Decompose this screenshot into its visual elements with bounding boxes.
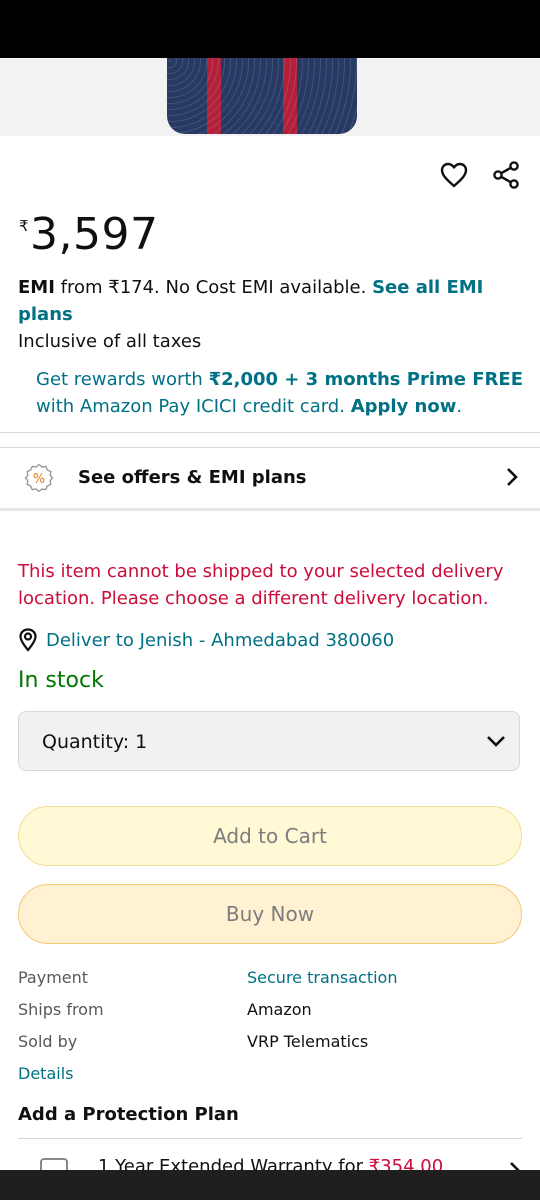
details-link[interactable]: Details: [18, 1063, 73, 1085]
quantity-label: Quantity: 1: [42, 731, 148, 753]
offers-row[interactable]: % See offers & EMI plans: [0, 448, 540, 508]
secure-transaction-link[interactable]: Secure transaction: [247, 967, 397, 989]
price-currency: ₹: [19, 217, 29, 235]
sold-by-value: VRP Telematics: [247, 1032, 369, 1051]
protection-plan-checkbox[interactable]: [40, 1158, 68, 1170]
rewards-banner[interactable]: Get rewards worth ₹2,000 + 3 months Prim…: [36, 366, 526, 420]
rewards-text-2: with Amazon Pay ICICI credit card.: [36, 396, 351, 417]
emi-info: EMI from ₹174. No Cost EMI available. Se…: [18, 274, 518, 328]
ships-from-value: Amazon: [247, 1000, 312, 1019]
status-bar: [0, 0, 540, 58]
rewards-amount: ₹2,000 + 3 months Prime FREE: [208, 369, 523, 390]
svg-text:%: %: [33, 472, 45, 487]
ships-from-label: Ships from: [18, 1000, 104, 1019]
emi-text: from ₹174. No Cost EMI available.: [54, 277, 373, 298]
share-button[interactable]: [490, 159, 522, 191]
chevron-right-icon: [507, 468, 518, 486]
apply-now-link[interactable]: Apply now: [351, 396, 457, 417]
add-to-cart-button[interactable]: Add to Cart: [18, 806, 522, 866]
emi-label: EMI: [18, 277, 55, 298]
protection-plan-title: Add a Protection Plan: [18, 1104, 239, 1125]
chevron-down-icon: [487, 736, 505, 747]
divider: [18, 1138, 522, 1139]
divider: [0, 508, 540, 511]
offer-badge-icon: %: [24, 463, 54, 493]
stock-status: In stock: [18, 668, 104, 693]
rewards-end: .: [456, 396, 463, 417]
quantity-dropdown[interactable]: Quantity: 1: [18, 711, 520, 771]
price-value: 3,597: [30, 209, 159, 260]
chevron-right-icon: [510, 1162, 520, 1170]
buy-now-button[interactable]: Buy Now: [18, 884, 522, 944]
quantity-value: 1: [135, 731, 148, 753]
shipping-warning: This item cannot be shipped to your sele…: [18, 561, 504, 609]
product-image-area[interactable]: [0, 58, 540, 136]
deliver-to-row[interactable]: Deliver to Jenish - Ahmedabad 380060: [18, 626, 394, 654]
protection-plan-label: 1 Year Extended Warranty for ₹354.00: [98, 1156, 443, 1170]
protection-plan-price: ₹354.00: [368, 1156, 444, 1170]
offers-label: See offers & EMI plans: [78, 467, 307, 488]
rewards-text: Get rewards worth: [36, 369, 209, 390]
payment-label: Payment: [18, 968, 89, 987]
taxes-note: Inclusive of all taxes: [18, 331, 202, 352]
protection-plan-option[interactable]: 1 Year Extended Warranty for ₹354.00: [0, 1140, 540, 1170]
heart-icon: [440, 162, 468, 188]
sold-by-label: Sold by: [18, 1032, 78, 1051]
wishlist-button[interactable]: [438, 159, 470, 191]
system-nav-bar: [0, 1170, 540, 1200]
share-icon: [493, 161, 519, 189]
delivery-location[interactable]: Deliver to Jenish - Ahmedabad 380060: [46, 630, 394, 651]
product-image[interactable]: [167, 58, 357, 134]
location-pin-icon: [19, 628, 37, 652]
divider: [0, 432, 540, 433]
